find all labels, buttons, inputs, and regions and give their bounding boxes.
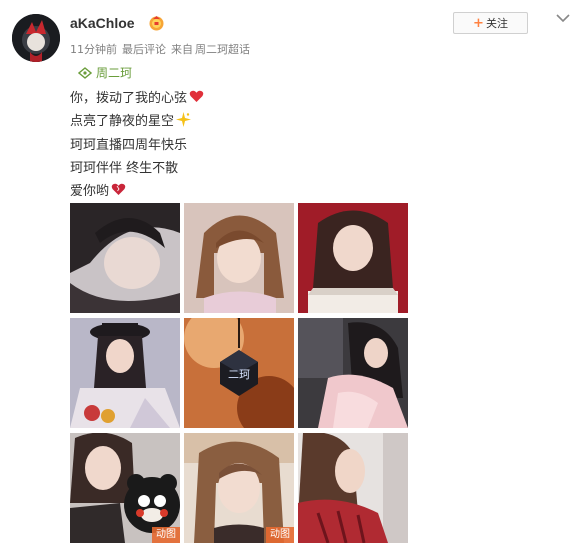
photo-image	[70, 203, 180, 313]
super-topic-icon	[78, 66, 92, 79]
photo-thumbnail[interactable]: 动图	[70, 433, 180, 543]
avatar-image	[12, 14, 60, 62]
post-text-line: 珂珂伴伴 终生不散	[70, 157, 178, 176]
post-text: 爱你哟	[70, 184, 110, 199]
post-text-line: 珂珂直播四周年快乐	[70, 134, 187, 153]
follow-label: 关注	[485, 17, 508, 30]
photo-thumbnail[interactable]	[70, 318, 180, 428]
photo-thumbnail[interactable]: 二珂	[184, 318, 294, 428]
source-prefix: 来自	[171, 43, 193, 56]
chevron-down-icon[interactable]	[556, 13, 570, 23]
photo-thumbnail[interactable]: 动图	[184, 433, 294, 543]
photo-thumbnail[interactable]	[70, 203, 180, 313]
post-meta: 11分钟前 最后评论 来自 周二珂超话	[70, 41, 255, 57]
post-text-line: 点亮了静夜的星空	[70, 110, 192, 129]
plus-icon: +	[473, 15, 484, 31]
post-text: 你，拨动了我的心弦	[70, 91, 188, 106]
avatar[interactable]	[12, 14, 60, 62]
post-time[interactable]: 11分钟前	[70, 43, 117, 56]
photo-image: 二珂	[184, 318, 294, 428]
photo-image	[298, 433, 408, 543]
photo-image	[298, 203, 408, 313]
last-comment-label: 最后评论	[122, 43, 166, 56]
vip-badge-icon[interactable]	[148, 15, 165, 31]
photo-thumbnail[interactable]	[298, 203, 408, 313]
post-text-line: 爱你哟	[70, 180, 126, 199]
pendant-text: 二珂	[228, 368, 250, 381]
super-topic-link[interactable]: 周二珂	[78, 64, 132, 81]
post-text: 珂珂伴伴 终生不散	[70, 161, 179, 176]
photo-grid: 二珂 动图 动图	[70, 203, 410, 548]
gif-tag: 动图	[152, 527, 180, 543]
photo-thumbnail[interactable]	[184, 203, 294, 313]
heart-emoji-icon	[111, 183, 126, 195]
follow-button[interactable]: + 关注	[453, 12, 528, 34]
post-text-line: 你，拨动了我的心弦	[70, 87, 204, 106]
post-source[interactable]: 周二珂超话	[195, 43, 250, 56]
photo-image	[184, 203, 294, 313]
photo-image	[298, 318, 408, 428]
photo-thumbnail[interactable]	[298, 318, 408, 428]
post-text: 珂珂直播四周年快乐	[70, 138, 188, 153]
username[interactable]: aKaChloe	[70, 15, 135, 31]
gif-tag: 动图	[266, 527, 294, 543]
photo-thumbnail[interactable]	[298, 433, 408, 543]
post-text: 点亮了静夜的星空	[70, 114, 175, 129]
heart-emoji-icon	[189, 90, 204, 102]
photo-image	[70, 318, 180, 428]
sparkle-emoji-icon	[176, 112, 192, 127]
super-topic-label: 周二珂	[96, 66, 133, 80]
